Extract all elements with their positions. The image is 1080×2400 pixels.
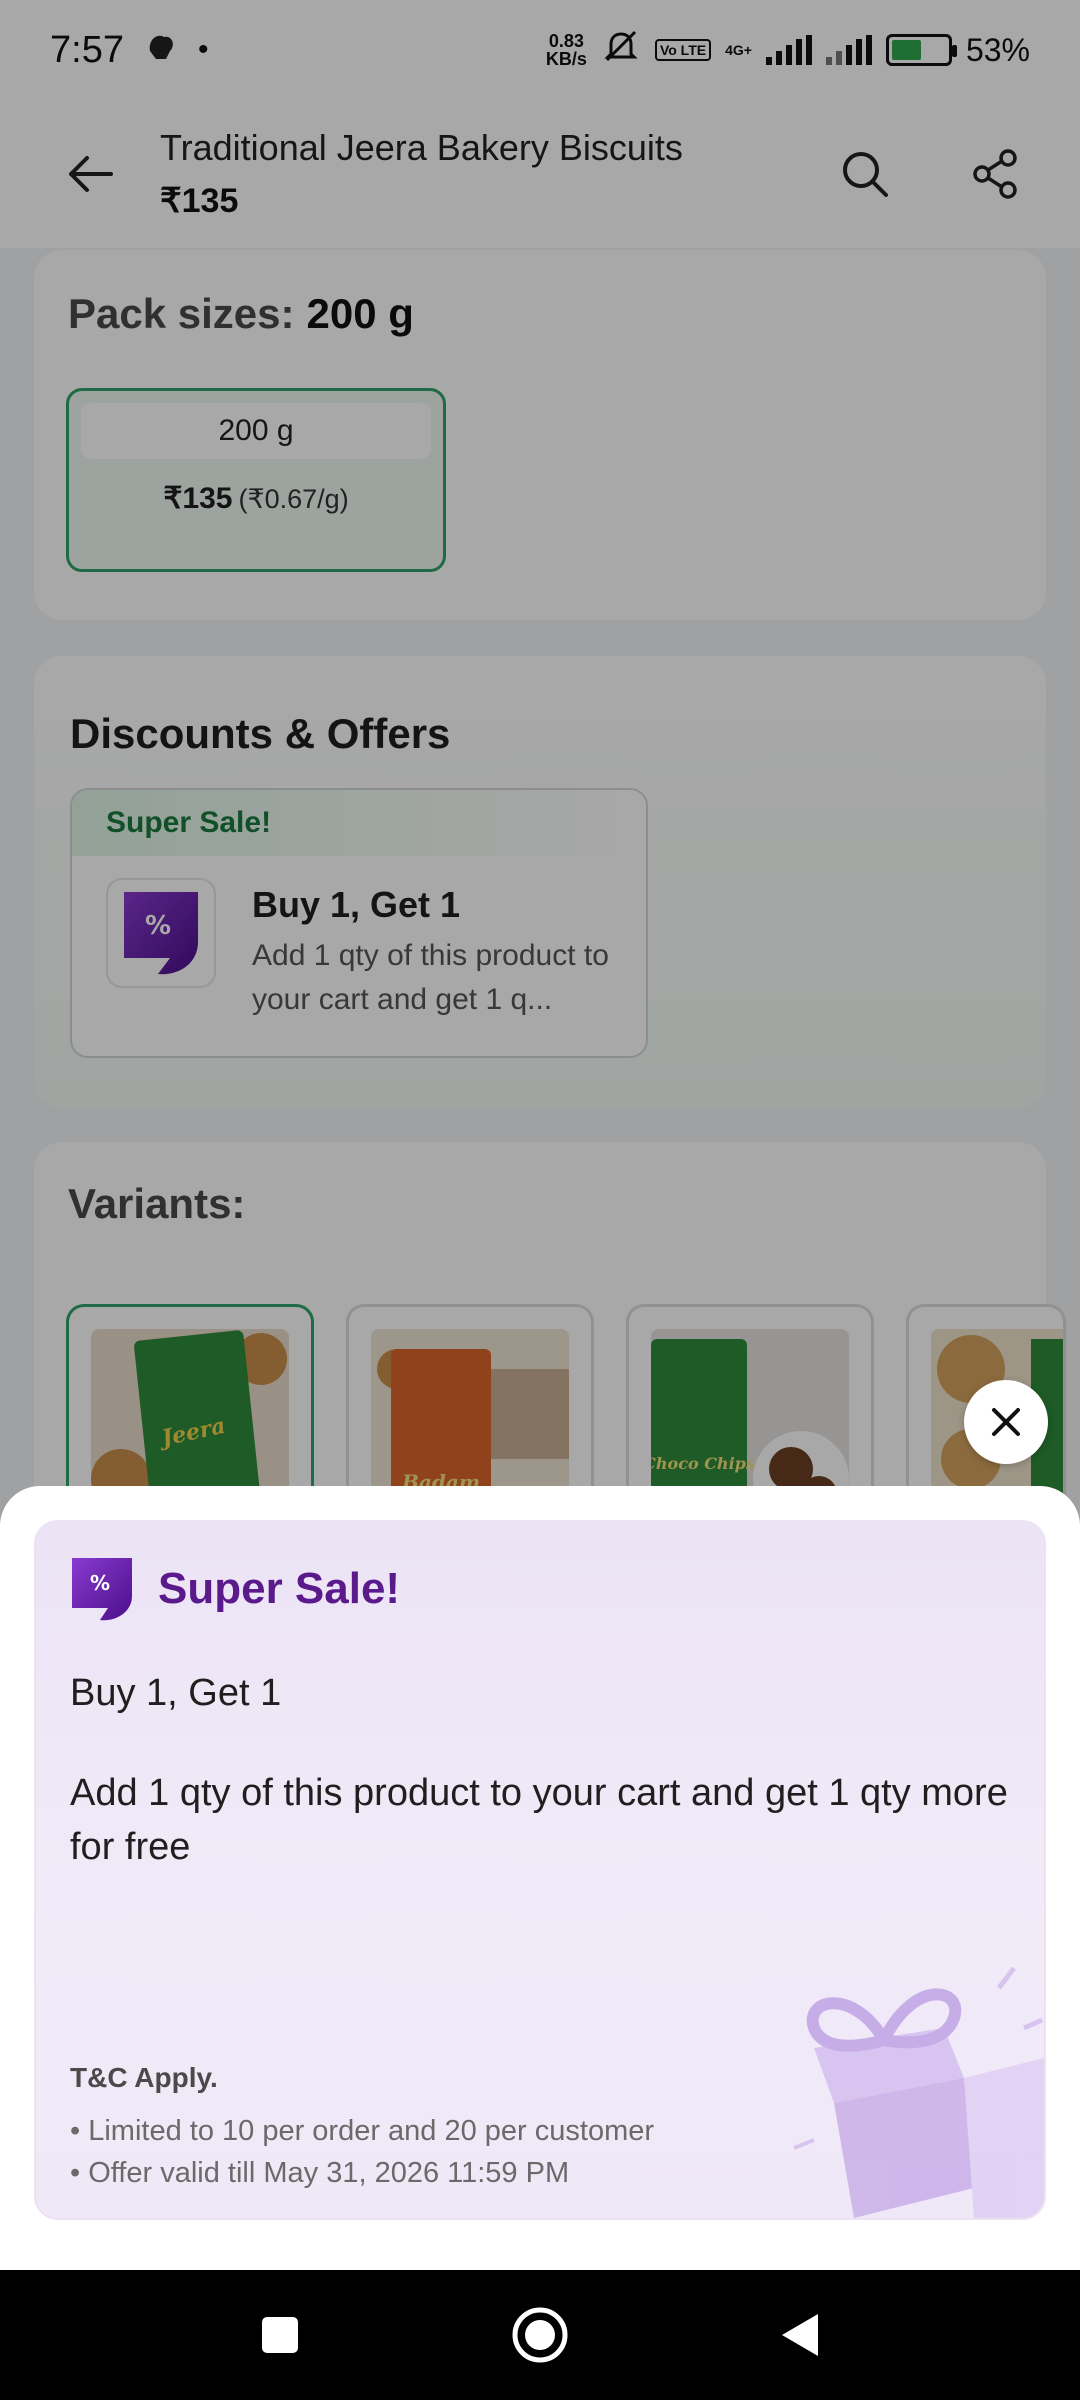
- tc-item: Offer valid till May 31, 2026 11:59 PM: [70, 2152, 654, 2194]
- sheet-title: Super Sale!: [158, 1564, 401, 1613]
- system-nav-bar: [0, 2270, 1080, 2400]
- gift-illustration-icon: [793, 1966, 1044, 2218]
- close-icon: [992, 1408, 1020, 1436]
- tc-title: T&C Apply.: [70, 2062, 218, 2093]
- sheet-offer-description: Add 1 qty of this product to your cart a…: [70, 1772, 1008, 1868]
- triangle-back-icon: [782, 2314, 818, 2356]
- tc-list: Limited to 10 per order and 20 per custo…: [70, 2110, 654, 2194]
- home-button[interactable]: [500, 2295, 580, 2375]
- back-nav-button[interactable]: [760, 2295, 840, 2375]
- offer-detail-card: % Super Sale! Buy 1, Get 1 Add 1 qty of …: [34, 1520, 1046, 2220]
- tc-item: Limited to 10 per order and 20 per custo…: [70, 2110, 654, 2152]
- home-circle-icon: [512, 2307, 568, 2363]
- svg-text:%: %: [90, 1571, 110, 1595]
- close-sheet-button[interactable]: [964, 1380, 1048, 1464]
- offer-bottom-sheet: % Super Sale! Buy 1, Get 1 Add 1 qty of …: [0, 1486, 1080, 2270]
- sheet-header: % Super Sale!: [70, 1556, 400, 1622]
- sheet-offer-title: Buy 1, Get 1: [70, 1672, 282, 1714]
- discount-icon: %: [72, 1558, 132, 1621]
- recents-button[interactable]: [240, 2295, 320, 2375]
- square-icon: [262, 2317, 298, 2353]
